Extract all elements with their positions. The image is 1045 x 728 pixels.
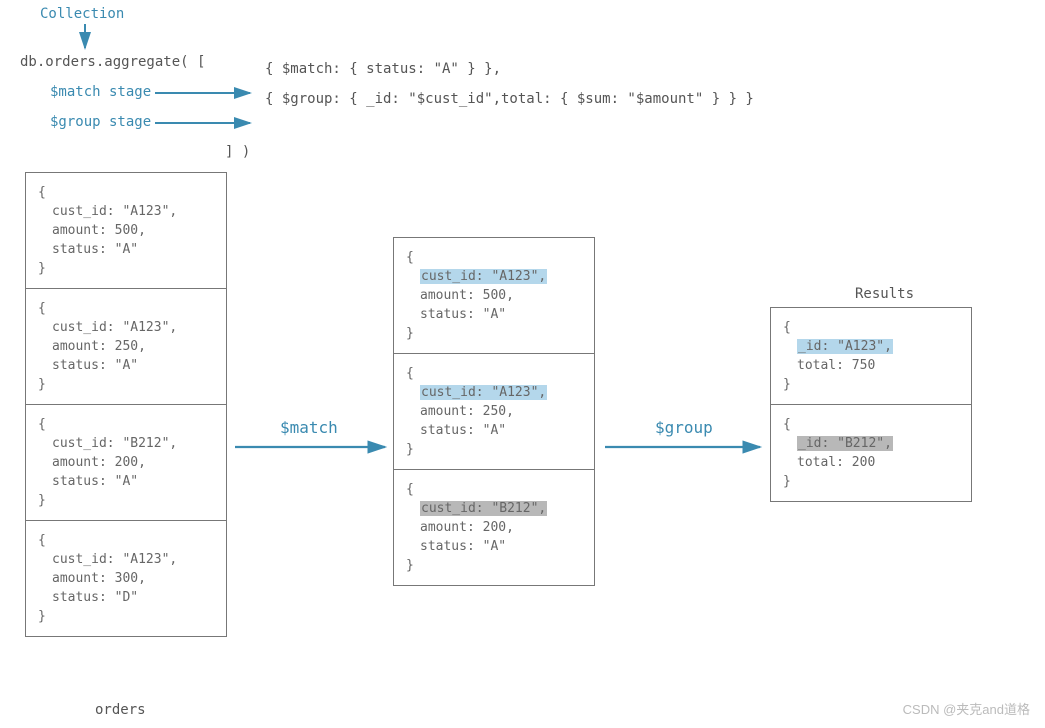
- aggregate-close: ] ): [225, 144, 250, 160]
- group-stage-label: $group stage: [50, 114, 151, 130]
- results-doc: {_id: "B212",total: 200}: [771, 405, 971, 501]
- orders-doc: {cust_id: "A123",amount: 500,status: "A"…: [26, 173, 226, 289]
- orders-caption: orders: [95, 702, 146, 718]
- match-arrow-label: $match: [280, 418, 338, 437]
- group-arrow-label: $group: [655, 418, 713, 437]
- collection-label: Collection: [40, 6, 124, 22]
- results-column: {_id: "A123",total: 750} {_id: "B212",to…: [770, 307, 972, 502]
- match-line: { $match: { status: "A" } },: [265, 54, 754, 84]
- aggregate-open: db.orders.aggregate( [: [20, 54, 205, 70]
- matched-column: {cust_id: "A123",amount: 500,status: "A"…: [393, 237, 595, 586]
- results-caption: Results: [855, 286, 914, 302]
- results-doc: {_id: "A123",total: 750}: [771, 308, 971, 405]
- pipeline-code: { $match: { status: "A" } }, { $group: {…: [265, 54, 754, 114]
- orders-doc: {cust_id: "B212",amount: 200,status: "A"…: [26, 405, 226, 521]
- orders-doc: {cust_id: "A123",amount: 250,status: "A"…: [26, 289, 226, 405]
- matched-doc: {cust_id: "A123",amount: 250,status: "A"…: [394, 354, 594, 470]
- orders-column: {cust_id: "A123",amount: 500,status: "A"…: [25, 172, 227, 637]
- matched-doc: {cust_id: "B212",amount: 200,status: "A"…: [394, 470, 594, 585]
- watermark: CSDN @夹克and道格: [903, 699, 1030, 718]
- orders-doc: {cust_id: "A123",amount: 300,status: "D"…: [26, 521, 226, 636]
- matched-doc: {cust_id: "A123",amount: 500,status: "A"…: [394, 238, 594, 354]
- group-line: { $group: { _id: "$cust_id",total: { $su…: [265, 84, 754, 114]
- match-stage-label: $match stage: [50, 84, 151, 100]
